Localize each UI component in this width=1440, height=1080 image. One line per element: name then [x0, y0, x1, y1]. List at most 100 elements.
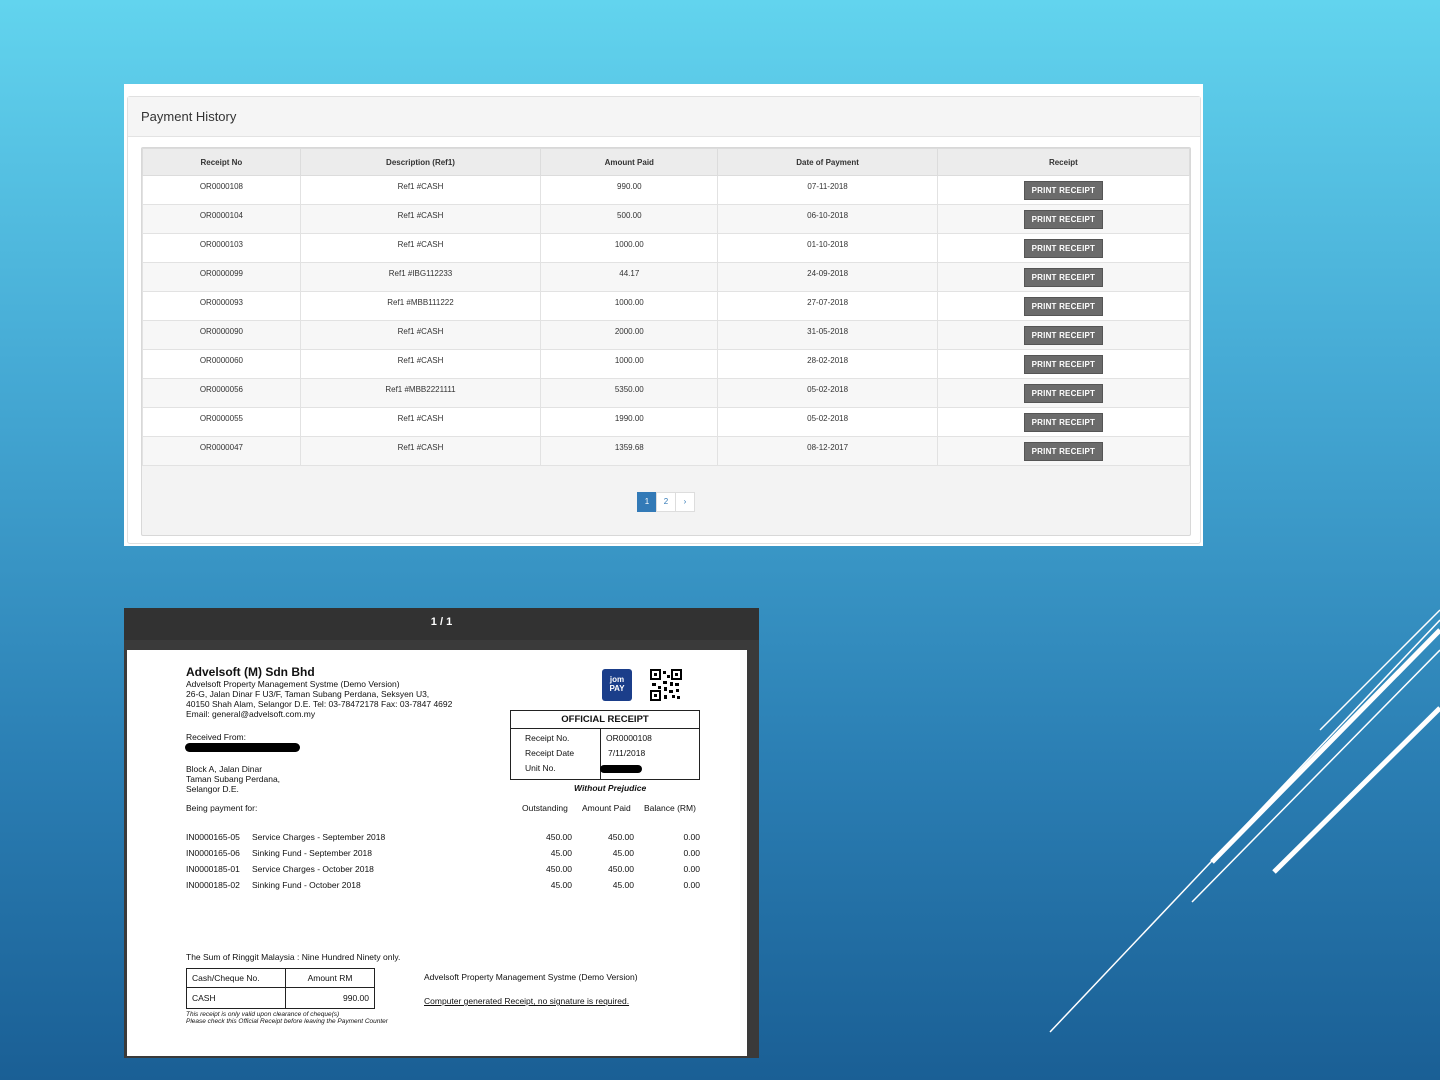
item-description: Service Charges - October 2018 [252, 864, 374, 874]
cash-table: Cash/Cheque No. Amount RM CASH 990.00 [186, 968, 375, 1009]
description-cell: Ref1 #CASH [299, 349, 542, 379]
redacted-name [185, 743, 300, 752]
viewer-toolbar: 1 / 1 [124, 608, 759, 640]
table-row: OR0000108 Ref1 #CASH 990.00 07-11-2018 PRINT… [142, 175, 1191, 205]
receipt-cell: PRINT RECEIPT [936, 349, 1191, 379]
item-amount-paid: 45.00 [612, 880, 634, 890]
item-balance: 0.00 [683, 880, 700, 890]
print-receipt-button[interactable]: PRINT RECEIPT [1023, 413, 1104, 432]
receipt-no-cell: OR0000090 [142, 320, 301, 350]
receipt-no-cell: OR0000056 [142, 378, 301, 408]
receipt-no-cell: OR0000104 [142, 204, 301, 234]
receipt-cell: PRINT RECEIPT [936, 262, 1191, 292]
balance-header: Balance (RM) [644, 803, 696, 813]
page-1-button[interactable]: 1 [637, 492, 657, 512]
item-amount-paid: 450.00 [608, 864, 634, 874]
description-cell: Ref1 #CASH [299, 204, 542, 234]
table-row: OR0000060 Ref1 #CASH 1000.00 28-02-2018 PRIN… [142, 349, 1191, 379]
address-line: Block A, Jalan Dinar [186, 764, 263, 774]
amount-paid-cell: 1000.00 [540, 291, 719, 321]
print-receipt-button[interactable]: PRINT RECEIPT [1023, 297, 1104, 316]
receipt-date-label: Receipt Date [525, 748, 575, 758]
receipt-no-cell: OR0000055 [142, 407, 301, 437]
item-outstanding: 450.00 [546, 832, 572, 842]
address-line: Taman Subang Perdana, [186, 774, 281, 784]
date-cell: 24-09-2018 [717, 262, 938, 292]
column-header-amount-paid: Amount Paid [540, 148, 719, 176]
footer-company: Advelsoft Property Management Systme (De… [424, 972, 638, 982]
table-row: OR0000055 Ref1 #CASH 1990.00 05-02-2018 PRIN… [142, 407, 1191, 437]
company-details: Advelsoft Property Management Systme (De… [186, 679, 452, 719]
date-cell: 31-05-2018 [717, 320, 938, 350]
payment-history-table: Receipt No Description (Ref1) Amount Pai… [142, 148, 1191, 466]
description-cell: Ref1 #CASH [299, 436, 542, 466]
item-description: Sinking Fund - September 2018 [252, 848, 373, 858]
receipt-cell: PRINT RECEIPT [936, 291, 1191, 321]
print-receipt-button[interactable]: PRINT RECEIPT [1023, 442, 1104, 461]
item-description: Sinking Fund - October 2018 [252, 880, 361, 890]
official-receipt-title: OFFICIAL RECEIPT [511, 711, 699, 729]
receipt-no-label: Receipt No. [525, 733, 570, 743]
date-cell: 06-10-2018 [717, 204, 938, 234]
item-code: IN0000185-02 [186, 880, 240, 890]
column-header-description: Description (Ref1) [299, 148, 542, 176]
disclaimer: This receipt is only valid upon clearanc… [186, 1011, 388, 1025]
description-cell: Ref1 #CASH [299, 175, 542, 205]
description-cell: Ref1 #CASH [299, 320, 542, 350]
description-cell: Ref1 #MBB2221111 [299, 378, 542, 408]
outstanding-header: Outstanding [522, 803, 568, 813]
receipt-cell: PRINT RECEIPT [936, 204, 1191, 234]
item-amount-paid: 450.00 [608, 832, 634, 842]
receipt-cell: PRINT RECEIPT [936, 378, 1191, 408]
print-receipt-button[interactable]: PRINT RECEIPT [1023, 355, 1104, 374]
table-row: OR0000103 Ref1 #CASH 1000.00 01-10-2018 PRIN… [142, 233, 1191, 263]
print-receipt-button[interactable]: PRINT RECEIPT [1023, 268, 1104, 287]
description-cell: Ref1 #IBG112233 [299, 262, 542, 292]
page-2-button[interactable]: 2 [656, 492, 676, 512]
item-balance: 0.00 [683, 848, 700, 858]
company-name: Advelsoft (M) Sdn Bhd [186, 665, 315, 679]
date-cell: 01-10-2018 [717, 233, 938, 263]
receipt-date-value: 7/11/2018 [608, 748, 646, 758]
next-page-button[interactable]: › [675, 492, 695, 512]
print-receipt-button[interactable]: PRINT RECEIPT [1023, 210, 1104, 229]
item-amount-paid: 45.00 [612, 848, 634, 858]
being-payment-for: Being payment for: [186, 803, 258, 813]
company-line: 26-G, Jalan Dinar F U3/F, Taman Subang P… [186, 689, 430, 699]
payment-method: CASH [186, 987, 286, 1009]
column-header-receipt: Receipt [936, 148, 1191, 176]
amount-paid-cell: 990.00 [540, 175, 719, 205]
item-code: IN0000165-05 [186, 832, 240, 842]
receipt-no-cell: OR0000108 [142, 175, 301, 205]
print-receipt-button[interactable]: PRINT RECEIPT [1023, 326, 1104, 345]
receipt-no-cell: OR0000103 [142, 233, 301, 263]
receipt-page: Advelsoft (M) Sdn Bhd Advelsoft Property… [127, 650, 747, 1056]
item-code: IN0000185-01 [186, 864, 240, 874]
amount-paid-cell: 1000.00 [540, 233, 719, 263]
amount-paid-cell: 2000.00 [540, 320, 719, 350]
print-receipt-button[interactable]: PRINT RECEIPT [1023, 239, 1104, 258]
table-row: OR0000099 Ref1 #IBG112233 44.17 24-09-2018 P… [142, 262, 1191, 292]
print-receipt-button[interactable]: PRINT RECEIPT [1023, 384, 1104, 403]
amount-paid-cell: 500.00 [540, 204, 719, 234]
amount-paid-cell: 44.17 [540, 262, 719, 292]
page-indicator: 1 / 1 [430, 616, 453, 628]
receipt-cell: PRINT RECEIPT [936, 436, 1191, 466]
receipt-cell: PRINT RECEIPT [936, 407, 1191, 437]
receipt-pdf-viewer: 1 / 1 Advelsoft (M) Sdn Bhd Advelsoft Pr… [124, 608, 759, 1058]
jompay-logo: jom PAY [602, 669, 632, 701]
date-cell: 28-02-2018 [717, 349, 938, 379]
item-code: IN0000165-06 [186, 848, 240, 858]
print-receipt-button[interactable]: PRINT RECEIPT [1023, 181, 1104, 200]
jompay-text: jom PAY [609, 675, 625, 693]
company-line: Advelsoft Property Management Systme (De… [186, 679, 400, 689]
table-container: Receipt No Description (Ref1) Amount Pai… [141, 147, 1191, 536]
table-row: OR0000090 Ref1 #CASH 2000.00 31-05-2018 PRIN… [142, 320, 1191, 350]
company-line: Email: general@advelsoft.com.my [186, 709, 316, 719]
date-cell: 05-02-2018 [717, 407, 938, 437]
table-row: OR0000104 Ref1 #CASH 500.00 06-10-2018 PRINT… [142, 204, 1191, 234]
date-cell: 05-02-2018 [717, 378, 938, 408]
table-row: OR0000093 Ref1 #MBB111222 1000.00 27-07-201… [142, 291, 1191, 321]
panel-title: Payment History [128, 97, 1200, 137]
without-prejudice: Without Prejudice [574, 783, 647, 793]
